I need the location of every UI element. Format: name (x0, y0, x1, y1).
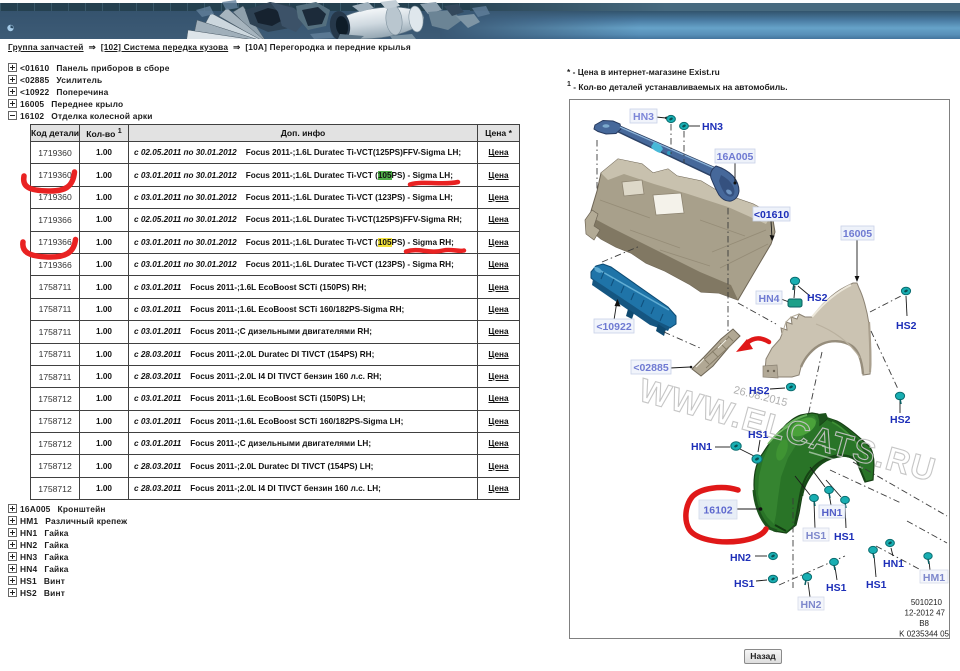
svg-text:12-2012 47: 12-2012 47 (905, 609, 946, 618)
svg-text:16102: 16102 (703, 505, 732, 517)
svg-text:HS2: HS2 (749, 385, 770, 397)
svg-text:HS1: HS1 (834, 531, 855, 543)
svg-text:<10922: <10922 (596, 321, 631, 333)
svg-text:HS1: HS1 (748, 429, 769, 441)
svg-text:HN1: HN1 (691, 441, 712, 453)
svg-text:HN2: HN2 (730, 552, 751, 564)
svg-text:HM1: HM1 (923, 572, 945, 584)
svg-text:HN1: HN1 (883, 558, 904, 570)
svg-text:<01610: <01610 (754, 209, 789, 221)
svg-text:HN3: HN3 (702, 121, 723, 133)
svg-text:HN1: HN1 (821, 507, 842, 519)
svg-text:HS2: HS2 (807, 292, 828, 304)
svg-text:16A005: 16A005 (717, 151, 754, 163)
svg-text:HS2: HS2 (896, 320, 917, 332)
svg-text:HS1: HS1 (866, 579, 887, 591)
svg-text:B8: B8 (919, 619, 929, 628)
svg-text:HS2: HS2 (890, 414, 911, 426)
svg-text:HN4: HN4 (758, 293, 779, 305)
svg-text:HS1: HS1 (734, 578, 755, 590)
svg-text:16005: 16005 (843, 228, 872, 240)
svg-text:HS1: HS1 (806, 530, 827, 542)
svg-text:HN2: HN2 (800, 599, 821, 611)
svg-text:K 0235344 05: K 0235344 05 (899, 630, 949, 639)
svg-text:5010210: 5010210 (911, 598, 943, 607)
svg-text:HS1: HS1 (826, 582, 847, 594)
svg-text:<02885: <02885 (633, 362, 668, 374)
svg-text:HN3: HN3 (633, 111, 654, 123)
